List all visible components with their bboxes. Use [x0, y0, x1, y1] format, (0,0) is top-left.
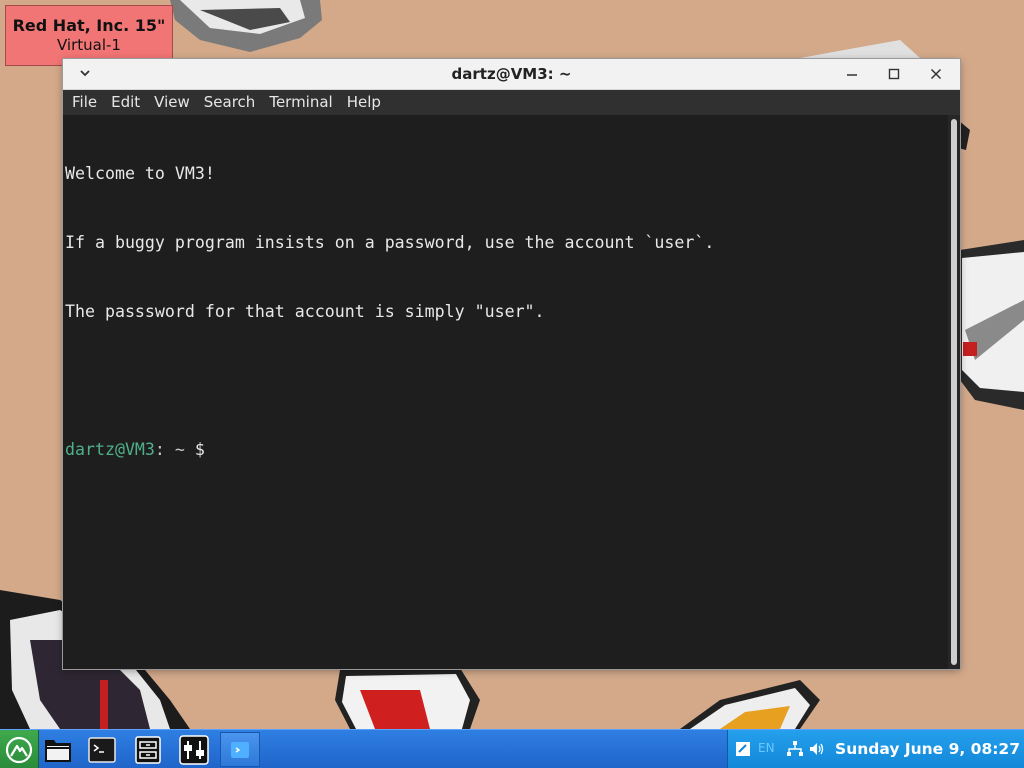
terminal-icon [88, 736, 116, 763]
terminal-window[interactable]: dartz@VM3: ~ File Edit View Search Termi… [63, 59, 960, 669]
clipboard-icon[interactable] [734, 740, 752, 758]
prompt-user: dartz@VM3 [65, 440, 155, 459]
menu-file[interactable]: File [65, 90, 104, 115]
minimize-button[interactable] [832, 59, 872, 89]
window-menu-chevron-icon[interactable] [77, 65, 93, 81]
menu-help[interactable]: Help [340, 90, 388, 115]
menu-bar: File Edit View Search Terminal Help [63, 90, 960, 115]
clock[interactable]: Sunday June 9, 08:27 [835, 730, 1020, 768]
window-icon [231, 741, 249, 758]
terminal-scrollbar[interactable] [948, 115, 960, 669]
file-manager-icon [45, 739, 71, 762]
menu-view[interactable]: View [147, 90, 197, 115]
monitor-name: Red Hat, Inc. 15" [12, 16, 166, 35]
volume-icon[interactable] [808, 740, 826, 758]
keyboard-layout-indicator[interactable]: EN [758, 741, 775, 755]
minimize-icon [847, 74, 857, 76]
prompt-path: ~ [164, 440, 185, 459]
archive-launcher[interactable] [130, 732, 166, 767]
terminal-line: If a buggy program insists on a password… [65, 233, 715, 252]
window-title: dartz@VM3: ~ [451, 65, 572, 83]
system-tray: EN Sunday June 9, 08:27 [727, 730, 1024, 768]
close-icon [930, 68, 942, 80]
start-menu-button[interactable] [0, 730, 39, 768]
taskbar: EN Sunday June 9, 08:27 [0, 729, 1024, 768]
prompt-symbol: $ [194, 440, 205, 459]
monitor-identify-label: Red Hat, Inc. 15" Virtual-1 [5, 5, 173, 66]
file-manager-launcher[interactable] [40, 732, 76, 767]
menu-edit[interactable]: Edit [104, 90, 147, 115]
network-icon[interactable] [786, 740, 804, 758]
terminal-output[interactable]: Welcome to VM3! If a buggy program insis… [63, 115, 948, 669]
taskbar-window-terminal[interactable] [220, 732, 260, 767]
terminal-line: The passsword for that account is simply… [65, 302, 545, 321]
terminal-line: Welcome to VM3! [65, 164, 215, 183]
menu-search[interactable]: Search [197, 90, 263, 115]
menu-terminal[interactable]: Terminal [262, 90, 339, 115]
settings-icon [179, 734, 209, 765]
terminal-launcher[interactable] [84, 732, 120, 767]
close-button[interactable] [916, 59, 956, 89]
maximize-icon [888, 68, 900, 80]
prompt-separator: : [154, 440, 165, 459]
scrollbar-thumb[interactable] [951, 119, 957, 665]
settings-launcher[interactable] [176, 732, 212, 767]
start-menu-icon [5, 736, 33, 763]
maximize-button[interactable] [874, 59, 914, 89]
terminal-prompt: dartz@VM3: ~ $ [65, 438, 948, 461]
archive-icon [135, 735, 161, 764]
monitor-output: Virtual-1 [57, 36, 121, 54]
window-titlebar[interactable]: dartz@VM3: ~ [63, 59, 960, 90]
